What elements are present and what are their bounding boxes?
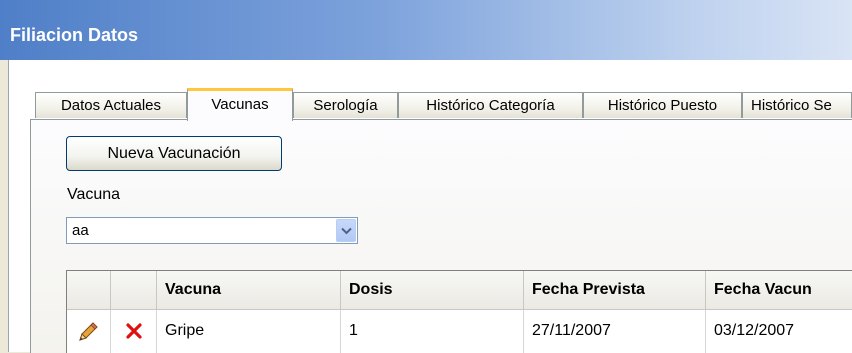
- window-title: Filiacion Datos: [10, 25, 139, 45]
- header-fecha-vacunacion[interactable]: Fecha Vacun: [706, 271, 852, 309]
- tab-vacunas[interactable]: Vacunas: [187, 88, 293, 121]
- cell-vacuna: Gripe: [157, 310, 341, 353]
- header-delete-column: [111, 271, 157, 309]
- vacunas-table: Vacuna Dosis Fecha Prevista Fecha Vacun …: [66, 270, 852, 353]
- tab-historico-se[interactable]: Histórico Se: [742, 92, 852, 118]
- vacuna-combobox-value: aa: [72, 222, 89, 239]
- header-fecha-prevista[interactable]: Fecha Prevista: [524, 271, 706, 309]
- tab-strip: Datos Actuales Vacunas Serología Históri…: [30, 88, 852, 121]
- tab-historico-puesto[interactable]: Histórico Puesto: [583, 92, 742, 118]
- header-edit-column: [67, 271, 111, 309]
- header-dosis[interactable]: Dosis: [341, 271, 524, 309]
- cell-dosis: 1: [341, 310, 524, 353]
- delete-cell[interactable]: [111, 310, 157, 353]
- title-bar: Filiacion Datos: [0, 0, 852, 60]
- tab-historico-categoria[interactable]: Histórico Categoría: [398, 92, 583, 118]
- table-header: Vacuna Dosis Fecha Prevista Fecha Vacun: [67, 271, 852, 310]
- tab-serologia[interactable]: Serología: [293, 92, 398, 118]
- edit-cell[interactable]: [67, 310, 111, 353]
- vacuna-label: Vacuna: [67, 186, 121, 203]
- red-x-icon[interactable]: [126, 323, 142, 339]
- nueva-vacunacion-button[interactable]: Nueva Vacunación: [66, 136, 282, 171]
- chevron-down-icon[interactable]: [336, 219, 356, 242]
- pencil-icon[interactable]: [77, 321, 99, 343]
- vacuna-combobox[interactable]: aa: [66, 217, 358, 244]
- cell-fecha-prevista: 27/11/2007: [524, 310, 706, 353]
- tab-datos-actuales[interactable]: Datos Actuales: [35, 92, 187, 118]
- cell-fecha-vacunacion: 03/12/2007: [714, 322, 795, 339]
- table-row[interactable]: Gripe 1 27/11/2007 03/12/2007: [67, 310, 852, 353]
- header-vacuna[interactable]: Vacuna: [157, 271, 341, 309]
